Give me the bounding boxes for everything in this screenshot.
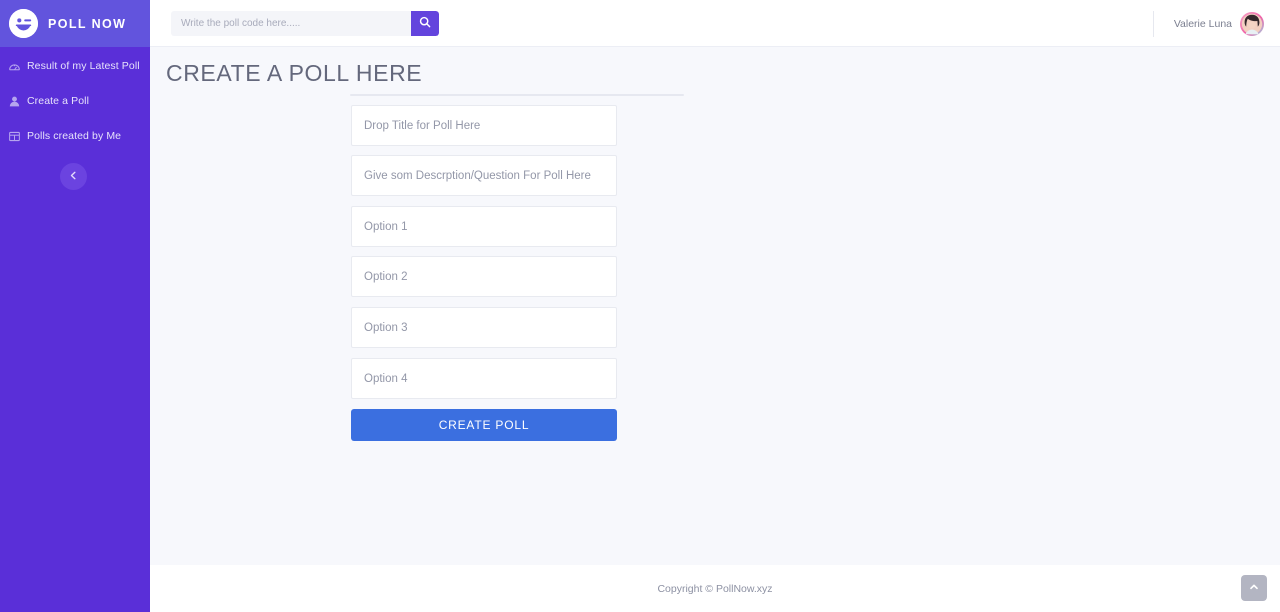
- header-user-area: Valerie Luna: [1152, 0, 1264, 47]
- poll-option-4-input[interactable]: [351, 358, 617, 399]
- sidebar-item-result-of-my-latest-poll[interactable]: Result of my Latest Poll: [0, 54, 150, 78]
- sidebar-item-create-a-poll[interactable]: Create a Poll: [0, 89, 150, 113]
- create-poll-form: CREATE POLL: [351, 105, 617, 441]
- create-poll-button[interactable]: CREATE POLL: [351, 409, 617, 441]
- search-icon: [419, 16, 431, 31]
- brand-logo[interactable]: POLL NOW: [0, 0, 150, 47]
- sidebar-item-label: Polls created by Me: [27, 130, 122, 142]
- user-name: Valerie Luna: [1173, 17, 1232, 30]
- search-input[interactable]: [171, 11, 411, 36]
- chevron-up-icon: [1248, 581, 1260, 596]
- sidebar: POLL NOW Result of my Latest Poll Create…: [0, 0, 150, 612]
- app-root: POLL NOW Result of my Latest Poll Create…: [0, 0, 1280, 612]
- sidebar-item-polls-created-by-me[interactable]: Polls created by Me: [0, 124, 150, 148]
- main-content: CREATE A POLL HERE CREATE POLL: [150, 47, 1280, 565]
- avatar[interactable]: [1240, 11, 1264, 36]
- scroll-to-top-button[interactable]: [1241, 575, 1267, 601]
- footer: Copyright © PollNow.xyz: [150, 565, 1280, 612]
- wink-smiley-icon: [9, 9, 38, 38]
- poll-title-input[interactable]: [351, 105, 617, 146]
- poll-option-2-input[interactable]: [351, 256, 617, 297]
- dashboard-icon: [8, 60, 21, 73]
- page-title: CREATE A POLL HERE: [166, 60, 423, 86]
- top-header: Valerie Luna: [150, 0, 1280, 47]
- sidebar-collapse-button[interactable]: [60, 163, 87, 190]
- sidebar-item-label: Create a Poll: [27, 95, 89, 107]
- person-icon: [8, 95, 21, 108]
- header-divider: [1152, 10, 1154, 37]
- search-button[interactable]: [411, 11, 439, 36]
- poll-option-1-input[interactable]: [351, 206, 617, 247]
- copyright-text: Copyright © PollNow.xyz: [657, 582, 773, 595]
- sidebar-item-label: Result of my Latest Poll: [27, 60, 140, 72]
- search-bar: [171, 11, 439, 36]
- poll-description-input[interactable]: [351, 155, 617, 196]
- table-grid-icon: [8, 130, 21, 143]
- sidebar-nav: Result of my Latest Poll Create a Poll P…: [0, 54, 150, 159]
- chevron-left-icon: [68, 169, 79, 184]
- title-divider: [350, 94, 684, 96]
- brand-name: POLL NOW: [48, 16, 127, 31]
- poll-option-3-input[interactable]: [351, 307, 617, 348]
